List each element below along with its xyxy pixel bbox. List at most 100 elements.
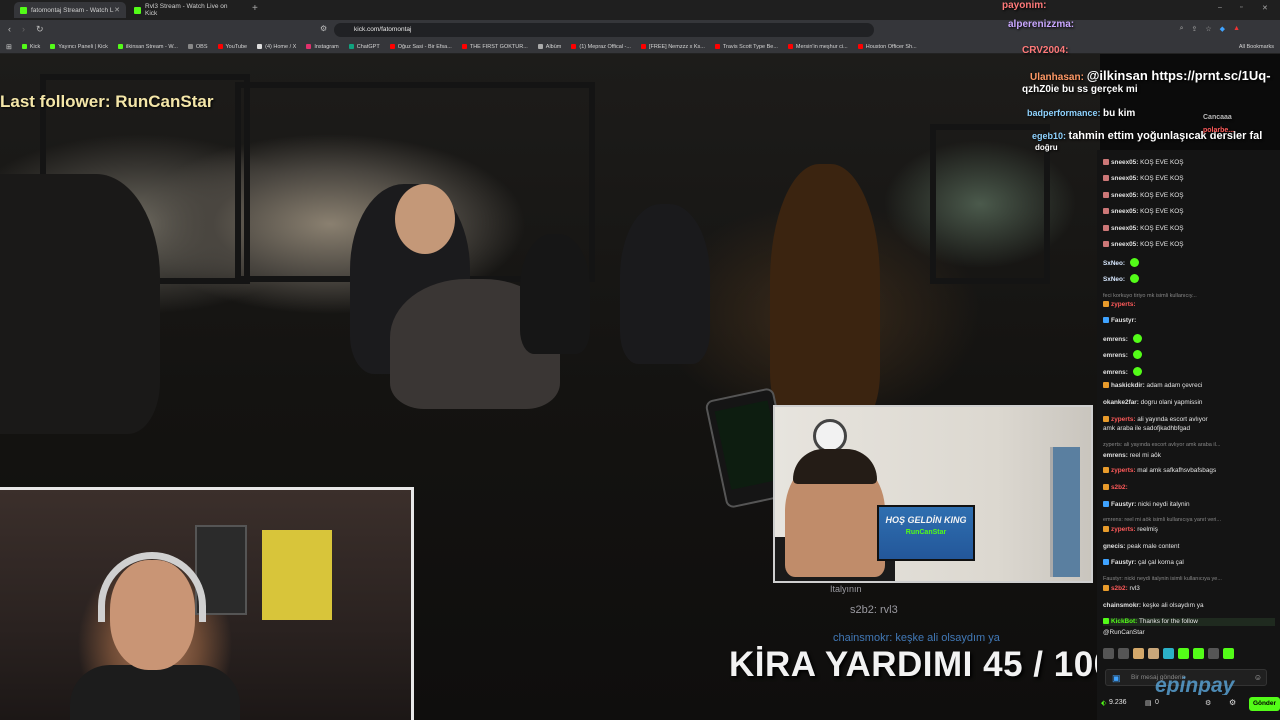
chat-message[interactable]: emrens: reel mi aök: [1103, 452, 1275, 460]
chat-message[interactable]: chainsmokr: keşke ali olsaydım ya: [1103, 602, 1275, 610]
zoom-icon[interactable]: ⌕: [1180, 25, 1184, 33]
send-button[interactable]: Gönder: [1249, 697, 1280, 711]
emote-icon[interactable]: [1118, 648, 1129, 659]
url-input[interactable]: kick.com/fatomontaj: [334, 23, 874, 37]
apps-icon[interactable]: ⊞: [6, 43, 12, 51]
chat-message[interactable]: sneex05: KOŞ EVE KOŞ: [1103, 192, 1275, 200]
chat-message[interactable]: okanke2far: dogru olani yapmissin: [1103, 399, 1275, 407]
emote-icon[interactable]: [1208, 648, 1219, 659]
chat-reply-preview[interactable]: zyperts: ali yayında escort avlıyor amk …: [1103, 441, 1275, 449]
emote-icon[interactable]: [1148, 648, 1159, 659]
chat-username[interactable]: zyperts:: [1111, 467, 1136, 474]
chat-settings-icon[interactable]: ⚙: [1229, 698, 1236, 707]
chat-message[interactable]: KickBot: Thanks for the follow: [1103, 618, 1275, 626]
chat-message[interactable]: emrens:: [1103, 334, 1275, 344]
chat-message[interactable]: emrens:: [1103, 367, 1275, 377]
bookmark-item[interactable]: Instagram: [306, 44, 339, 50]
chat-username[interactable]: sneex05:: [1111, 175, 1138, 182]
chat-message[interactable]: zyperts: mal amk safkafhsvbafsbags: [1103, 467, 1275, 475]
channel-points[interactable]: 9.236: [1109, 699, 1127, 706]
chat-message[interactable]: Faustyr: nicki neydi italynin: [1103, 501, 1275, 509]
chat-message[interactable]: emrens:: [1103, 350, 1275, 360]
share-icon[interactable]: ⇪: [1192, 25, 1198, 33]
settings-icon[interactable]: ⚙: [1205, 699, 1211, 707]
forward-icon[interactable]: ›: [22, 24, 25, 34]
chat-username[interactable]: SxNeo:: [1103, 276, 1125, 283]
new-tab-button[interactable]: +: [252, 3, 258, 14]
chat-message[interactable]: Faustyr:: [1103, 317, 1275, 325]
chat-message[interactable]: s2b2: rvl3: [1103, 585, 1275, 593]
emote-icon[interactable]: [1178, 648, 1189, 659]
chat-username[interactable]: sneex05:: [1111, 241, 1138, 248]
emote-icon[interactable]: [1163, 648, 1174, 659]
bookmark-item[interactable]: Albüm: [537, 44, 561, 50]
emote-icon[interactable]: [1223, 648, 1234, 659]
emote-icon[interactable]: [1193, 648, 1204, 659]
chat-username[interactable]: chainsmokr:: [1103, 602, 1141, 609]
chat-username[interactable]: emrens:: [1103, 369, 1128, 376]
chat-message[interactable]: sneex05: KOŞ EVE KOŞ: [1103, 175, 1275, 183]
bookmark-item[interactable]: Oğuz Sasi - Bir Efsa...: [389, 44, 452, 50]
chat-message[interactable]: Faustyr: çal çal korna çal: [1103, 559, 1275, 567]
chat-message[interactable]: zyperts: ali yayında escort avlıyor: [1103, 416, 1275, 424]
reload-icon[interactable]: ↻: [36, 24, 44, 35]
bookmark-item[interactable]: OBS: [187, 44, 208, 50]
chat-username[interactable]: sneex05:: [1111, 208, 1138, 215]
chat-reply-preview[interactable]: emrens: reel mi aök isimli kullanıcıya y…: [1103, 516, 1275, 524]
chat-message[interactable]: haskickdir: adam adam çevreci: [1103, 382, 1275, 390]
bookmark-item[interactable]: [FREE] Nemzzz x Ks...: [640, 44, 705, 50]
chat-username[interactable]: Faustyr:: [1111, 317, 1136, 324]
chat-username[interactable]: SxNeo:: [1103, 260, 1125, 267]
chat-username[interactable]: Faustyr:: [1111, 501, 1136, 508]
bookmark-item[interactable]: THE FIRST GOKTUR...: [461, 44, 528, 50]
chat-username[interactable]: Faustyr:: [1111, 559, 1136, 566]
back-icon[interactable]: ‹: [8, 24, 11, 34]
chat-username[interactable]: sneex05:: [1111, 159, 1138, 166]
chat-username[interactable]: emrens:: [1103, 452, 1128, 459]
bookmark-item[interactable]: YouTube: [217, 44, 247, 50]
chat-reply-preview[interactable]: feci korkuyo tiriyo mk isimli kullanıcıy…: [1103, 292, 1275, 300]
minimize-icon[interactable]: –: [1218, 4, 1222, 11]
chat-username[interactable]: haskickdir:: [1111, 382, 1145, 389]
emoji-icon[interactable]: ☺: [1254, 673, 1262, 682]
emote-icon[interactable]: [1103, 648, 1114, 659]
bookmark-item[interactable]: ChatGPT: [348, 44, 380, 50]
chat-username[interactable]: s2b2:: [1111, 585, 1128, 592]
chat-username[interactable]: gnecis:: [1103, 543, 1125, 550]
bookmark-star-icon[interactable]: ☆: [1205, 25, 1211, 33]
close-tab-icon[interactable]: ✕: [114, 6, 120, 14]
bookmark-item[interactable]: Houston Officer Sh...: [857, 44, 917, 50]
adblock-icon[interactable]: ▲: [1233, 25, 1240, 33]
chat-message[interactable]: zyperts:: [1103, 301, 1275, 309]
chat-username[interactable]: zyperts:: [1111, 301, 1136, 308]
chat-message[interactable]: sneex05: KOŞ EVE KOŞ: [1103, 159, 1275, 167]
bookmark-item[interactable]: Kick: [21, 44, 40, 50]
chat-username[interactable]: emrens:: [1103, 352, 1128, 359]
bookmark-item[interactable]: Travis Scott Type Be...: [714, 44, 778, 50]
chat-username[interactable]: zyperts:: [1111, 526, 1136, 533]
tab-rvl3[interactable]: Rvl3 Stream - Watch Live on Kick: [128, 2, 246, 18]
all-bookmarks-button[interactable]: All Bookmarks: [1239, 44, 1280, 50]
chat-message[interactable]: s2b2:: [1103, 484, 1275, 492]
chat-username[interactable]: sneex05:: [1111, 225, 1138, 232]
chat-username[interactable]: okanke2far:: [1103, 399, 1139, 406]
bookmark-item[interactable]: (4) Home / X: [257, 44, 296, 50]
chat-username[interactable]: sneex05:: [1111, 192, 1138, 199]
tab-fatomontaj[interactable]: fatomontaj Stream - Watch L ✕: [14, 2, 126, 18]
tune-icon[interactable]: ⚙: [320, 24, 327, 33]
bookmark-item[interactable]: Yayıncı Paneli | Kick: [50, 44, 108, 50]
maximize-icon[interactable]: ▫: [1240, 4, 1242, 11]
chat-message[interactable]: amk araba ile sadofjkadhbfgad: [1103, 425, 1275, 433]
chat-username[interactable]: s2b2:: [1111, 484, 1128, 491]
gift-icon[interactable]: ▤: [1145, 699, 1152, 707]
chat-message[interactable]: SxNeo:: [1103, 258, 1275, 268]
chat-message[interactable]: zyperts: reelmiş: [1103, 526, 1275, 534]
chat-message[interactable]: sneex05: KOŞ EVE KOŞ: [1103, 208, 1275, 216]
bookmark-item[interactable]: (1) Mepraz Offical -...: [571, 44, 631, 50]
extension-icon[interactable]: ◆: [1220, 25, 1225, 33]
chat-message[interactable]: sneex05: KOŞ EVE KOŞ: [1103, 241, 1275, 249]
chat-reply-preview[interactable]: Faustyr: nicki neydi italynin isimli kul…: [1103, 575, 1275, 583]
chat-username[interactable]: KickBot:: [1111, 618, 1137, 625]
window-close-icon[interactable]: ✕: [1262, 4, 1268, 12]
emote-icon[interactable]: [1133, 648, 1144, 659]
